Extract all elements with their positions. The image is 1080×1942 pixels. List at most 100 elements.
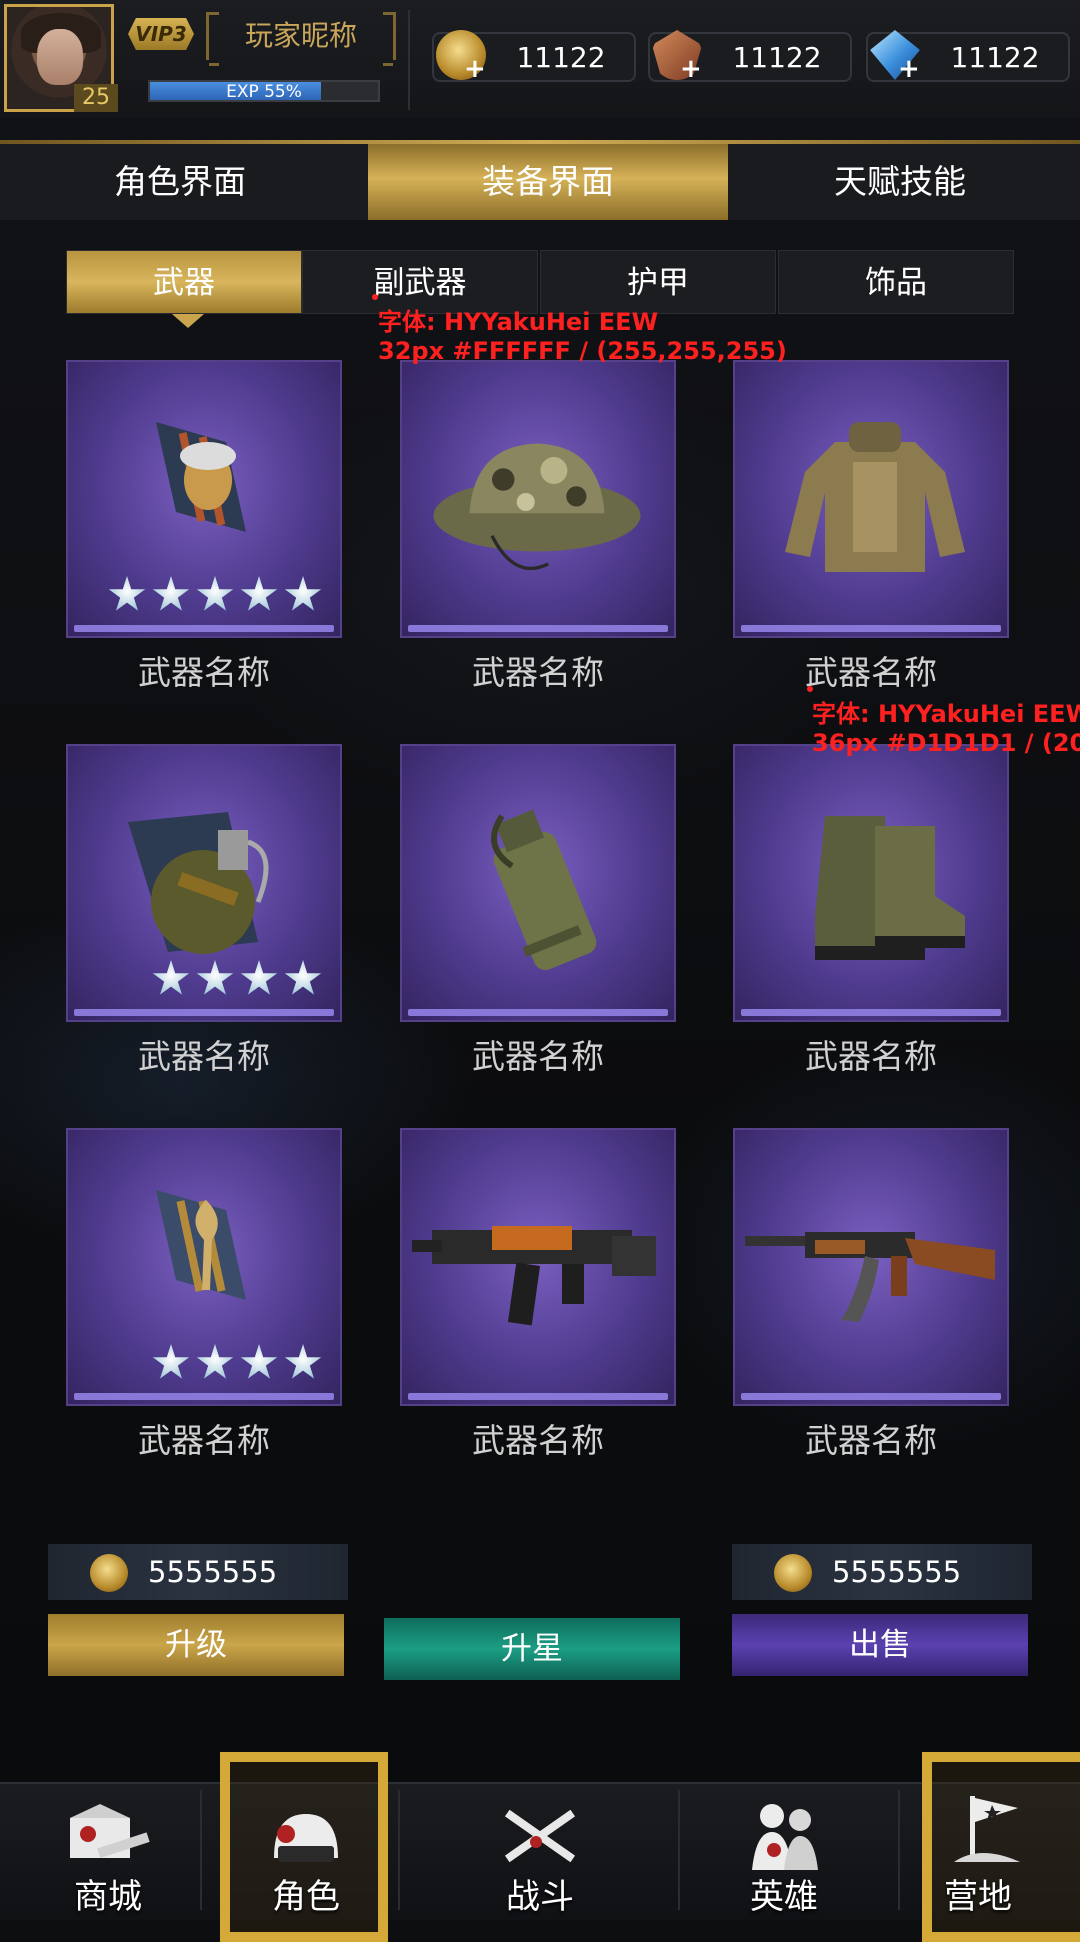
star-up-button[interactable]: 升星 bbox=[384, 1618, 680, 1680]
currency-medal[interactable]: + 11122 bbox=[648, 30, 852, 84]
currency-diamond[interactable]: + 11122 bbox=[866, 30, 1070, 84]
card-bottom-bar bbox=[741, 1393, 1001, 1400]
item-name: 武器名称 bbox=[138, 1037, 270, 1076]
star-rating bbox=[108, 576, 322, 614]
nav-label: 英雄 bbox=[750, 1877, 818, 1917]
star-icon bbox=[284, 960, 322, 995]
active-tab-arrow bbox=[172, 314, 204, 328]
nav-character[interactable]: 角色 bbox=[198, 1752, 414, 1942]
plus-icon[interactable]: + bbox=[680, 54, 702, 84]
shop-icon bbox=[70, 1804, 150, 1858]
subtab-accessory[interactable]: 饰品 bbox=[778, 250, 1014, 314]
gold-coin-icon bbox=[90, 1554, 128, 1592]
sell-value: 5555555 bbox=[732, 1544, 1032, 1600]
item-card[interactable] bbox=[400, 360, 676, 638]
medal-ribbon-icon bbox=[156, 422, 246, 532]
star-icon bbox=[108, 576, 146, 611]
item-name: 武器名称 bbox=[138, 1421, 270, 1460]
plus-icon[interactable]: + bbox=[898, 54, 920, 84]
card-bottom-bar bbox=[74, 1009, 334, 1016]
item-card[interactable] bbox=[66, 360, 342, 638]
star-icon bbox=[284, 1344, 322, 1379]
currency-gold[interactable]: + 11122 bbox=[432, 30, 636, 84]
card-bottom-bar bbox=[74, 625, 334, 632]
item-card[interactable] bbox=[66, 744, 342, 1022]
item-card[interactable] bbox=[733, 1128, 1009, 1406]
tab-equipment[interactable]: 装备界面 bbox=[368, 144, 728, 220]
star-icon bbox=[196, 1344, 234, 1379]
item-card[interactable] bbox=[733, 360, 1009, 638]
currency-value: 11122 bbox=[516, 41, 606, 74]
top-divider bbox=[408, 10, 410, 110]
item-name: 武器名称 bbox=[472, 1421, 604, 1460]
star-icon bbox=[152, 1344, 190, 1379]
star-icon bbox=[152, 576, 190, 611]
exp-bar: EXP 55% bbox=[148, 80, 380, 102]
card-bottom-bar bbox=[741, 1009, 1001, 1016]
item-name: 武器名称 bbox=[472, 653, 604, 692]
annotation-font-spec: 字体: HYYakuHei EEW 32px #FFFFFF / (255,25… bbox=[378, 308, 787, 366]
star-rating bbox=[152, 1344, 322, 1382]
annotation-line: 字体: HYYakuHei EEW bbox=[812, 700, 1080, 728]
star-rating bbox=[152, 960, 322, 998]
player-nickname[interactable]: 玩家昵称 bbox=[206, 12, 396, 66]
smoke-grenade-icon bbox=[491, 809, 597, 971]
item-name: 武器名称 bbox=[805, 653, 937, 692]
item-name: 武器名称 bbox=[805, 1037, 937, 1076]
nav-label: 战斗 bbox=[506, 1877, 574, 1917]
star-icon bbox=[284, 576, 322, 611]
nav-battle[interactable]: 战斗 bbox=[432, 1782, 648, 1920]
player-level: 25 bbox=[74, 84, 118, 112]
sell-value-amount: 5555555 bbox=[832, 1555, 962, 1589]
subtab-armor[interactable]: 护甲 bbox=[540, 250, 776, 314]
star-icon bbox=[196, 960, 234, 995]
card-bottom-bar bbox=[74, 1393, 334, 1400]
plus-icon[interactable]: + bbox=[464, 54, 486, 84]
vip-badge[interactable]: VIP3 bbox=[128, 18, 194, 50]
sell-button[interactable]: 出售 bbox=[732, 1614, 1028, 1676]
flag-icon bbox=[954, 1796, 1020, 1862]
nav-heroes[interactable]: 英雄 bbox=[676, 1782, 892, 1920]
annotation-line: 32px #FFFFFF / (255,255,255) bbox=[378, 337, 787, 365]
item-name: 武器名称 bbox=[805, 1421, 937, 1460]
item-name: 武器名称 bbox=[472, 1037, 604, 1076]
star-icon bbox=[240, 576, 278, 611]
annotation-line: 字体: HYYakuHei EEW bbox=[378, 308, 659, 336]
star-icon bbox=[196, 576, 234, 611]
item-card[interactable] bbox=[66, 1128, 342, 1406]
upgrade-button[interactable]: 升级 bbox=[48, 1614, 344, 1676]
card-bottom-bar bbox=[741, 625, 1001, 632]
card-bottom-bar bbox=[408, 1009, 668, 1016]
nav-camp[interactable]: 营地 bbox=[870, 1752, 1080, 1942]
subtab-weapon[interactable]: 武器 bbox=[66, 250, 302, 314]
nav-shop[interactable]: 商城 bbox=[0, 1782, 216, 1920]
camo-hat-icon bbox=[433, 443, 641, 571]
currency-value: 11122 bbox=[732, 41, 822, 74]
dagger-ribbon-icon bbox=[156, 1190, 246, 1300]
heroes-icon bbox=[752, 1804, 818, 1870]
item-card[interactable] bbox=[400, 1128, 676, 1406]
item-card[interactable] bbox=[400, 744, 676, 1022]
item-card[interactable] bbox=[733, 744, 1009, 1022]
card-bottom-bar bbox=[408, 1393, 668, 1400]
subtab-secondary-weapon[interactable]: 副武器 bbox=[302, 250, 538, 314]
tab-character[interactable]: 角色界面 bbox=[0, 144, 360, 220]
star-icon bbox=[240, 960, 278, 995]
smg-icon bbox=[412, 1226, 656, 1326]
nav-label: 营地 bbox=[944, 1877, 1012, 1917]
nav-label: 角色 bbox=[272, 1877, 340, 1917]
upgrade-cost-value: 5555555 bbox=[148, 1555, 278, 1589]
crossed-guns-icon bbox=[504, 1809, 576, 1863]
tab-talent-skills[interactable]: 天赋技能 bbox=[720, 144, 1080, 220]
annotation-line: 36px #D1D1D1 / (209, bbox=[812, 729, 1080, 757]
star-icon bbox=[152, 960, 190, 995]
annotation-font-spec: 字体: HYYakuHei EEW 36px #D1D1D1 / (209, bbox=[812, 700, 1080, 758]
star-icon bbox=[240, 1344, 278, 1379]
jacket-icon bbox=[785, 422, 965, 572]
boots-icon bbox=[815, 816, 965, 960]
currency-value: 11122 bbox=[950, 41, 1040, 74]
rifle-icon bbox=[745, 1232, 995, 1322]
grenade-icon bbox=[128, 812, 269, 954]
exp-text: EXP 55% bbox=[226, 82, 302, 102]
gold-coin-icon bbox=[774, 1554, 812, 1592]
